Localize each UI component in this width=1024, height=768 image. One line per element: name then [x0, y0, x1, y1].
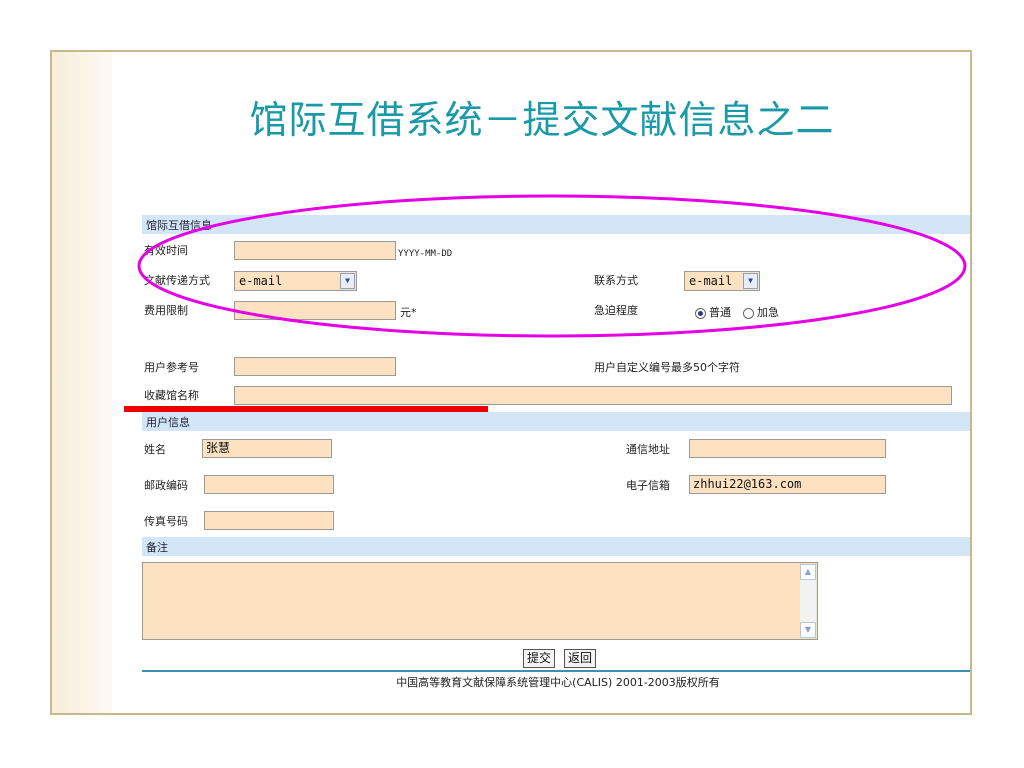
fee-limit-input[interactable] — [234, 301, 396, 320]
user-ref-hint: 用户自定义编号最多50个字符 — [594, 361, 740, 374]
fee-limit-label: 费用限制 — [144, 304, 188, 317]
name-input[interactable]: 张慧 — [202, 439, 332, 458]
section-header-user: 用户信息 — [146, 416, 190, 429]
footer-copyright: 中国高等教育文献保障系统管理中心(CALIS) 2001-2003版权所有 — [396, 676, 720, 689]
delivery-method-value: e-mail — [239, 274, 283, 288]
page-title: 馆际互借系统－提交文献信息之二 — [249, 98, 835, 142]
name-label: 姓名 — [144, 443, 166, 456]
contact-method-select[interactable]: e-mail ▼ — [684, 271, 760, 291]
footer-divider — [142, 670, 970, 672]
arrow-up-icon[interactable]: ▲ — [800, 564, 816, 580]
decorative-strip — [52, 52, 112, 713]
fax-label: 传真号码 — [144, 515, 188, 528]
email-input[interactable]: zhhui22@163.com — [689, 475, 886, 494]
urgency-urgent-radio[interactable] — [743, 308, 754, 319]
valid-time-input[interactable] — [234, 241, 396, 260]
remarks-textarea[interactable]: ▲ ▼ — [142, 562, 818, 640]
user-ref-label: 用户参考号 — [144, 361, 199, 374]
section-bar-ill: 馆际互借信息 — [142, 215, 970, 234]
chevron-down-icon[interactable]: ▼ — [743, 273, 758, 289]
back-button[interactable]: 返回 — [564, 649, 597, 668]
contact-method-value: e-mail — [689, 274, 733, 288]
postcode-input[interactable] — [204, 475, 334, 494]
submit-button[interactable]: 提交 — [523, 649, 556, 668]
user-ref-input[interactable] — [234, 357, 396, 376]
address-label: 通信地址 — [626, 443, 670, 456]
section-header-remarks: 备注 — [146, 541, 168, 554]
email-label: 电子信箱 — [626, 479, 670, 492]
slide: 馆际互借系统－提交文献信息之二 馆际互借信息 有效时间 YYYY-MM-DD 文… — [50, 50, 972, 715]
postcode-label: 邮政编码 — [144, 479, 188, 492]
urgency-normal-label: 普通 — [709, 306, 731, 319]
date-format-hint: YYYY-MM-DD — [398, 249, 453, 259]
contact-method-label: 联系方式 — [594, 274, 638, 287]
red-underline-annotation — [124, 406, 488, 412]
urgency-normal-radio[interactable] — [695, 308, 706, 319]
fax-input[interactable] — [204, 511, 334, 530]
fee-unit: 元* — [400, 306, 417, 319]
section-header-ill: 馆际互借信息 — [146, 219, 212, 232]
valid-time-label: 有效时间 — [144, 244, 188, 257]
library-name-label: 收藏馆名称 — [144, 389, 199, 402]
section-bar-user: 用户信息 — [142, 412, 970, 431]
remarks-scrollbar[interactable]: ▲ ▼ — [800, 564, 816, 638]
section-bar-remarks: 备注 — [142, 537, 970, 556]
address-input[interactable] — [689, 439, 886, 458]
urgency-label: 急迫程度 — [594, 304, 638, 317]
arrow-down-icon[interactable]: ▼ — [800, 622, 816, 638]
delivery-method-select[interactable]: e-mail ▼ — [234, 271, 357, 291]
delivery-method-label: 文献传递方式 — [144, 274, 210, 287]
library-name-input[interactable] — [234, 386, 952, 405]
urgency-urgent-label: 加急 — [757, 306, 779, 319]
chevron-down-icon[interactable]: ▼ — [340, 273, 355, 289]
